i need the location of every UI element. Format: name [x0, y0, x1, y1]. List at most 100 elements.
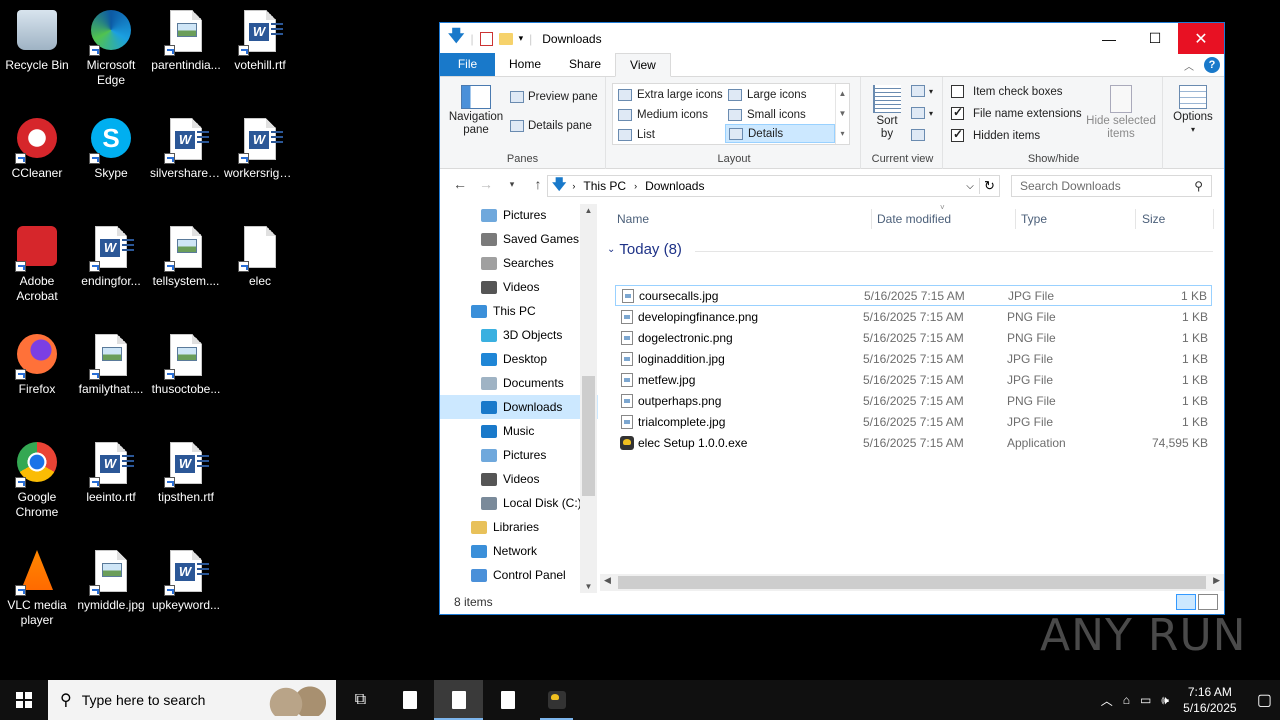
column-name[interactable]: Name — [617, 203, 649, 235]
clock[interactable]: 7:16 AM 5/16/2025 — [1179, 684, 1241, 716]
nav-item-downloads[interactable]: Downloads — [440, 395, 598, 419]
desktop-icon[interactable]: Wvotehill.rtf — [223, 8, 297, 73]
file-row[interactable]: dogelectronic.png 5/16/2025 7:15 AM PNG Fi… — [615, 327, 1212, 348]
address-dropdown-icon[interactable]: ⌵ — [961, 181, 979, 192]
column-divider[interactable] — [1015, 209, 1016, 229]
taskbar-app-explorer[interactable] — [434, 680, 483, 720]
breadcrumb-this-pc[interactable]: This PC — [583, 179, 626, 193]
desktop-icon[interactable]: CCleaner — [0, 116, 74, 181]
column-divider[interactable] — [871, 209, 872, 229]
properties-icon[interactable] — [479, 31, 493, 46]
desktop-icon[interactable]: elec — [223, 224, 297, 289]
desktop-icon[interactable]: Wtipsthen.rtf — [149, 440, 223, 505]
desktop-icon[interactable]: S Skype — [74, 116, 148, 181]
forward-button[interactable]: → — [478, 176, 494, 192]
nav-item-control-panel[interactable]: Control Panel — [440, 563, 598, 587]
desktop-icon[interactable]: Wsilvershare.rtf — [149, 116, 223, 181]
layout-small-icons[interactable]: Small icons — [725, 105, 833, 124]
nav-item-searches[interactable]: Searches — [440, 251, 598, 275]
maximize-button[interactable]: ☐ — [1132, 23, 1178, 54]
nav-item-documents[interactable]: Documents — [440, 371, 598, 395]
file-row[interactable]: coursecalls.jpg 5/16/2025 7:15 AM JPG File… — [615, 285, 1212, 306]
layout-details[interactable]: Details — [725, 124, 835, 143]
taskbar-app-elec-setup[interactable] — [532, 680, 581, 720]
nav-item-saved-games[interactable]: Saved Games — [440, 227, 598, 251]
nav-item-desktop[interactable]: Desktop — [440, 347, 598, 371]
layout-gallery-scroll[interactable]: ▲ ▼ ▾ — [835, 84, 849, 144]
file-row[interactable]: elec Setup 1.0.0.exe 5/16/2025 7:15 AM App… — [615, 432, 1212, 453]
desktop-icon[interactable]: Google Chrome — [0, 440, 74, 520]
nav-item-videos[interactable]: Videos — [440, 275, 598, 299]
desktop-icon[interactable]: thusoctobe... — [149, 332, 223, 397]
details-view-button[interactable] — [1176, 594, 1196, 610]
desktop-icon[interactable]: familythat.... — [74, 332, 148, 397]
column-divider[interactable] — [1135, 209, 1136, 229]
hidden-items-toggle[interactable]: Hidden items — [951, 127, 1040, 142]
tab-home[interactable]: Home — [495, 53, 555, 76]
nav-item-music[interactable]: Music — [440, 419, 598, 443]
nav-item-pictures[interactable]: Pictures — [440, 203, 598, 227]
nav-item-network[interactable]: Network — [440, 539, 598, 563]
nav-item-videos[interactable]: Videos — [440, 467, 598, 491]
add-columns-button[interactable]: ▾ — [911, 107, 933, 119]
item-check-boxes-checkbox[interactable] — [951, 85, 964, 98]
nav-item-local-disk-c[interactable]: Local Disk (C:) — [440, 491, 598, 515]
search-box[interactable]: Search Downloads ⚲ — [1011, 175, 1212, 197]
scroll-left-icon[interactable]: ◀ — [604, 575, 611, 586]
downloads-arrow-icon[interactable]: 🡇 — [448, 25, 464, 52]
file-row[interactable]: loginaddition.jpg 5/16/2025 7:15 AM JPG Fi… — [615, 348, 1212, 369]
nav-item-libraries[interactable]: Libraries — [440, 515, 598, 539]
layout-list[interactable]: List — [615, 125, 723, 144]
desktop-icon[interactable]: tellsystem.... — [149, 224, 223, 289]
hidden-items-checkbox[interactable] — [951, 127, 964, 142]
sort-by-button[interactable]: Sort by — [869, 85, 905, 141]
back-button[interactable]: ← — [452, 176, 468, 192]
nav-item-pictures[interactable]: Pictures — [440, 443, 598, 467]
layout-extra-large-icons[interactable]: Extra large icons — [615, 85, 723, 104]
desktop-icon[interactable]: Recycle Bin — [0, 8, 74, 73]
desktop-icon[interactable]: nymiddle.jpg — [74, 548, 148, 613]
horizontal-scrollbar[interactable]: ◀ ▶ — [600, 574, 1224, 591]
taskbar-app-3[interactable] — [483, 680, 532, 720]
desktop-icon[interactable]: Wendingfor... — [74, 224, 148, 289]
desktop-icon[interactable]: Adobe Acrobat — [0, 224, 74, 304]
column-type[interactable]: Type — [1021, 203, 1047, 235]
large-icons-view-button[interactable] — [1198, 594, 1218, 610]
tab-file[interactable]: File — [440, 53, 495, 76]
task-view-button[interactable]: ⧉ — [336, 680, 385, 720]
new-folder-icon[interactable] — [498, 32, 513, 45]
navigation-pane-button[interactable]: Navigation pane — [448, 85, 504, 137]
options-button[interactable]: Options ▾ — [1169, 85, 1217, 134]
desktop-icon[interactable]: Microsoft Edge — [74, 8, 148, 88]
desktop-icon[interactable]: Wworkersrigh... — [223, 116, 297, 181]
scroll-up-icon[interactable]: ▲ — [580, 206, 597, 215]
preview-pane-button[interactable]: Preview pane — [510, 91, 598, 103]
file-row[interactable]: developingfinance.png 5/16/2025 7:15 AM PN… — [615, 306, 1212, 327]
layout-medium-icons[interactable]: Medium icons — [615, 105, 723, 124]
refresh-icon[interactable]: ↻ — [979, 178, 999, 194]
help-icon[interactable]: ? — [1204, 57, 1220, 73]
size-columns-button[interactable] — [911, 129, 925, 141]
network-tray-icon[interactable]: ⌂ — [1123, 693, 1130, 707]
nav-item-this-pc[interactable]: This PC — [440, 299, 598, 323]
file-row[interactable]: outperhaps.png 5/16/2025 7:15 AM PNG File 1… — [615, 390, 1212, 411]
group-by-button[interactable]: ▾ — [911, 85, 933, 97]
notifications-icon[interactable]: ▢ — [1257, 690, 1272, 710]
tab-view[interactable]: View — [615, 53, 671, 77]
desktop-icon[interactable]: parentindia... — [149, 8, 223, 73]
minimize-button[interactable]: — — [1086, 23, 1132, 54]
taskbar-search[interactable]: ⚲ Type here to search — [48, 680, 336, 720]
group-header-today[interactable]: ⌄ Today (8) — [607, 241, 1213, 258]
item-check-boxes-toggle[interactable]: Item check boxes — [951, 85, 1062, 98]
taskbar-app-1[interactable] — [385, 680, 434, 720]
scroll-right-icon[interactable]: ▶ — [1213, 575, 1220, 586]
hide-selected-items-button[interactable]: Hide selected items — [1085, 85, 1157, 141]
ethernet-icon[interactable]: ▭ — [1140, 693, 1151, 707]
desktop-icon[interactable]: Wleeinto.rtf — [74, 440, 148, 505]
file-row[interactable]: trialcomplete.jpg 5/16/2025 7:15 AM JPG Fi… — [615, 411, 1212, 432]
address-bar[interactable]: 🡇 › This PC › Downloads ⌵ ↻ — [547, 175, 1000, 197]
horizontal-scroll-thumb[interactable] — [618, 576, 1206, 589]
layout-large-icons[interactable]: Large icons — [725, 85, 833, 104]
nav-item-3d-objects[interactable]: 3D Objects — [440, 323, 598, 347]
close-button[interactable]: ✕ — [1178, 23, 1224, 54]
